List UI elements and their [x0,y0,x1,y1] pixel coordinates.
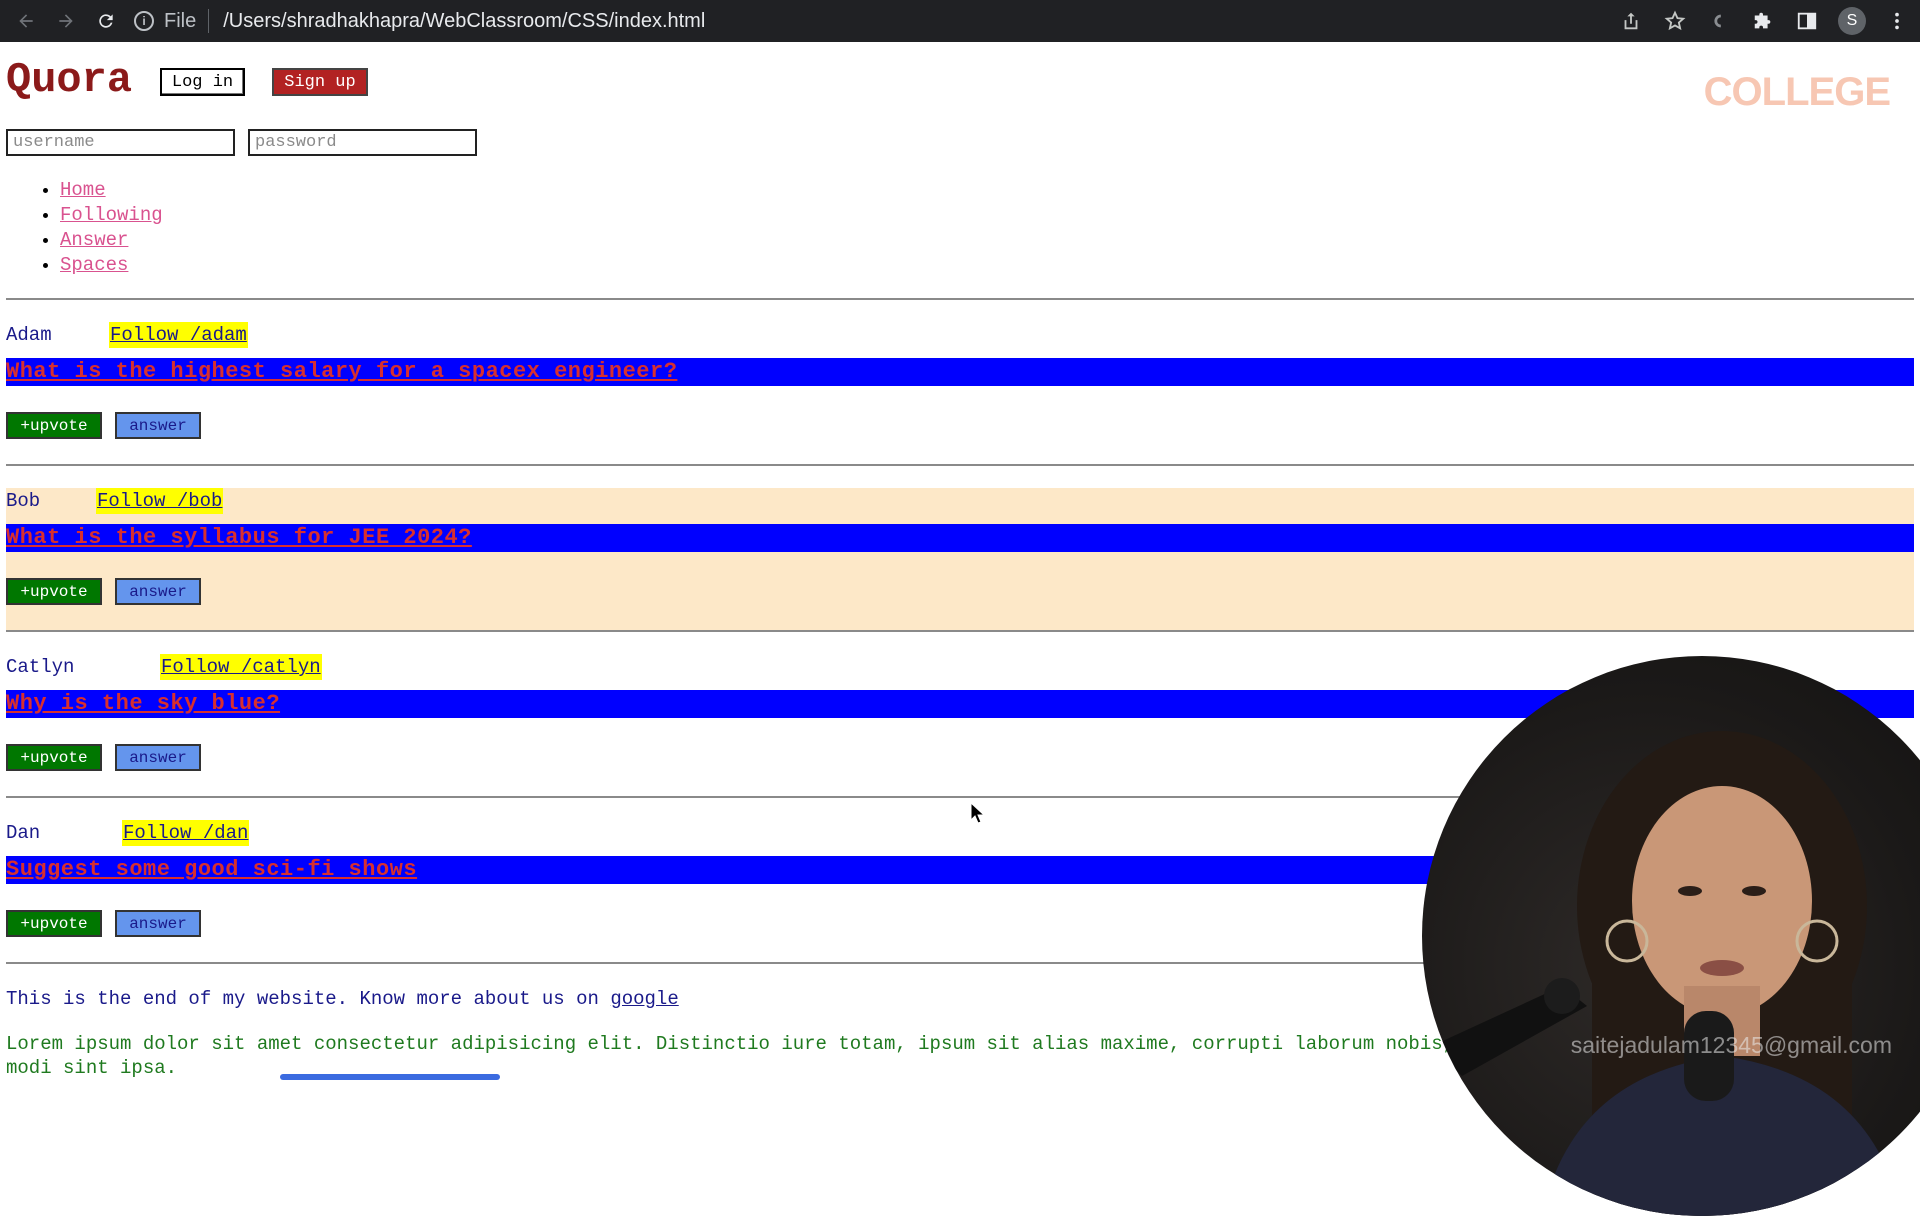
url-scheme: File [164,9,197,32]
post-author: Bob [6,490,41,512]
follow-link[interactable]: Follow /dan [122,820,250,846]
answer-button[interactable]: answer [115,412,201,439]
profile-avatar[interactable]: S [1838,7,1866,35]
divider [208,9,210,33]
side-panel-icon[interactable] [1794,8,1820,34]
extension-c-icon[interactable] [1706,8,1732,34]
divider [6,464,1914,466]
horizontal-scrollbar[interactable] [280,1074,500,1080]
nav-link-following[interactable]: Following [60,204,163,226]
upvote-button[interactable]: +upvote [6,910,102,937]
menu-kebab-icon[interactable] [1884,8,1910,34]
answer-button[interactable]: answer [115,578,201,605]
question-link[interactable]: Why is the sky blue? [6,691,280,716]
nav-link-answer[interactable]: Answer [60,229,128,251]
url-text[interactable]: /Users/shradhakhapra/WebClassroom/CSS/in… [223,10,705,33]
mouse-cursor-icon [970,802,986,824]
upvote-button[interactable]: +upvote [6,412,102,439]
login-button[interactable]: Log in [160,68,245,96]
divider [6,630,1914,632]
signup-button[interactable]: Sign up [272,68,368,96]
nav-list: Home Following Answer Spaces [0,178,163,278]
post-author: Dan [6,822,41,844]
upvote-button[interactable]: +upvote [6,744,102,771]
nav-link-spaces[interactable]: Spaces [60,254,128,276]
browser-toolbar: i File /Users/shradhakhapra/WebClassroom… [0,0,1920,42]
post-author: Catlyn [6,656,75,678]
post-card-highlighted: Bob Follow /bob What is the syllabus for… [6,488,1914,632]
address-bar[interactable]: i File /Users/shradhakhapra/WebClassroom… [134,5,705,37]
question-bar: What is the syllabus for JEE 2024? [6,524,1914,552]
footer-text: This is the end of my website. Know more… [6,986,679,1012]
post-card: Adam Follow /adam What is the highest sa… [6,322,1914,486]
nav-item-home: Home [60,178,163,203]
back-icon[interactable] [12,7,40,35]
forward-icon[interactable] [52,7,80,35]
follow-link[interactable]: Follow /bob [96,488,224,514]
nav-item-following: Following [60,203,163,228]
post-author: Adam [6,324,52,346]
nav-item-spaces: Spaces [60,253,163,278]
username-input[interactable] [6,129,235,156]
question-link[interactable]: What is the syllabus for JEE 2024? [6,525,472,550]
reload-icon[interactable] [92,7,120,35]
share-icon[interactable] [1618,8,1644,34]
bookmark-star-icon[interactable] [1662,8,1688,34]
puzzle-icon[interactable] [1750,8,1776,34]
follow-link[interactable]: Follow /adam [109,322,248,348]
info-icon[interactable]: i [134,11,154,31]
nav-link-home[interactable]: Home [60,179,106,201]
footer-message: This is the end of my website. Know more… [6,988,599,1010]
question-link[interactable]: Suggest some good sci-fi shows [6,857,417,882]
email-watermark: saitejadulam12345@gmail.com [1570,1032,1892,1058]
follow-link[interactable]: Follow /catlyn [160,654,322,680]
nav-item-answer: Answer [60,228,163,253]
answer-button[interactable]: answer [115,910,201,937]
google-link[interactable]: google [610,988,678,1010]
password-input[interactable] [248,129,477,156]
divider [6,298,1914,300]
question-link[interactable]: What is the highest salary for a spacex … [6,359,677,384]
answer-button[interactable]: answer [115,744,201,771]
site-logo: Quora [6,56,133,104]
watermark-logo: COLLEGE [1703,70,1891,114]
question-bar: What is the highest salary for a spacex … [6,358,1914,386]
upvote-button[interactable]: +upvote [6,578,102,605]
